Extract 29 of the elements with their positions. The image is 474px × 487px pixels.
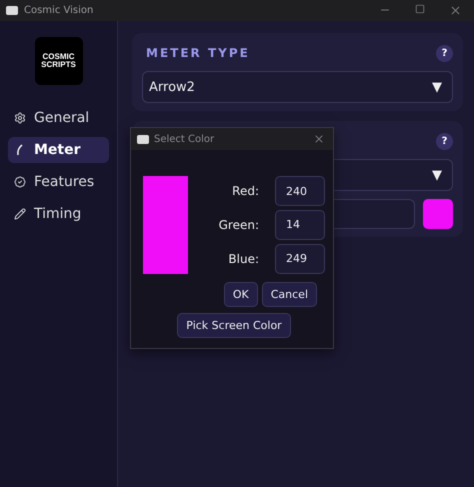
sidebar-item[interactable]: General [8,105,109,131]
input-field[interactable]: 240 [275,176,325,206]
channel-label: Green: [218,218,259,232]
dialog-title: Select Color [154,134,216,144]
help-button[interactable]: ? [436,44,453,62]
window-title: Cosmic Vision [24,5,94,16]
pick-color-button[interactable]: Pick Screen Color [177,313,291,338]
app-icon [137,134,149,144]
channel-label: Red: [231,184,259,198]
color-swatch[interactable] [423,199,453,229]
pencil-icon [14,208,26,220]
channel-label: Blue: [227,252,259,266]
sidebar-item[interactable]: Meter [8,137,109,163]
ok-button[interactable]: OK [224,282,258,307]
logo: COSMIC SCRIPTS [34,37,82,85]
close-icon[interactable] [313,133,325,145]
meter-type-dropdown[interactable]: Arrow2 ▼ [142,71,453,103]
settings-icon [14,112,26,124]
app-icon [6,6,18,15]
help-button[interactable]: ? [436,132,453,150]
input-field[interactable]: 14 [275,210,325,240]
card-title: METER TYPE [146,46,250,60]
sidebar-item[interactable]: Features [8,169,109,195]
sidebar-item[interactable]: Timing [8,201,109,227]
input-field[interactable]: 249 [275,244,325,274]
cancel-button[interactable]: Cancel [262,282,317,307]
maximize-icon[interactable] [415,4,425,14]
badge-icon [14,176,26,188]
close-icon[interactable] [449,4,462,17]
